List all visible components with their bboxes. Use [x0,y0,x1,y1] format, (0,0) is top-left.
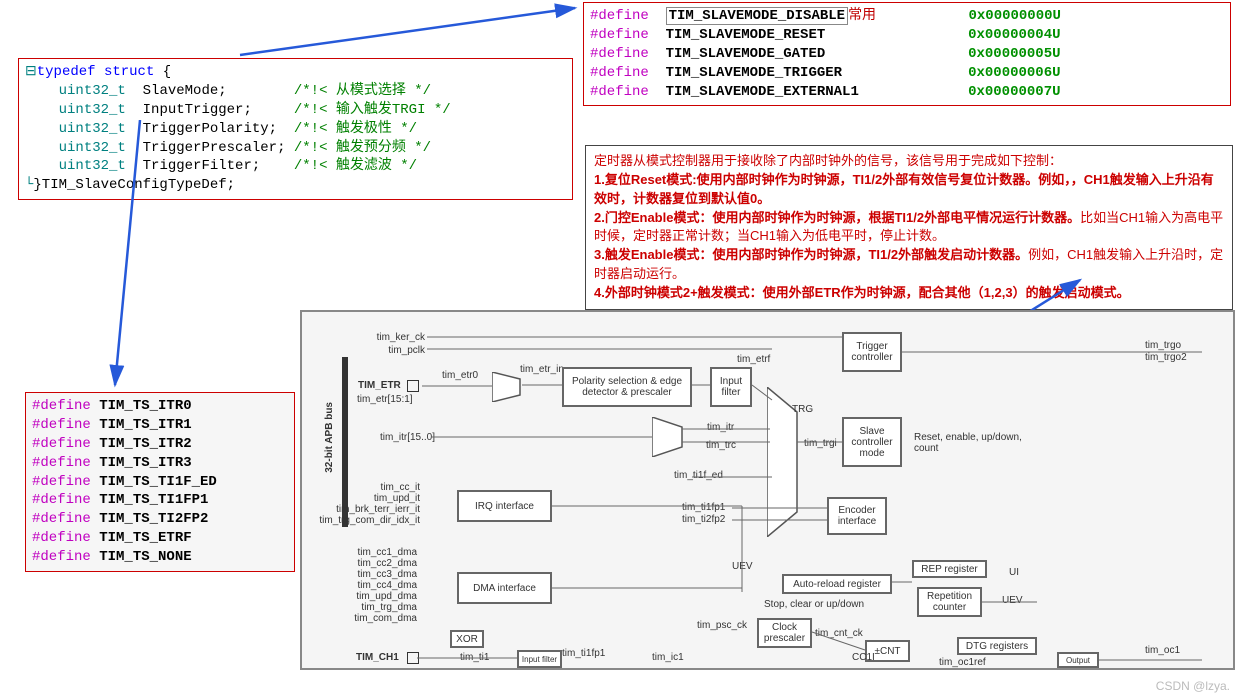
output-box: Output [1057,652,1099,668]
uev2-label: UEV [1002,595,1023,606]
tim-com-dma: tim_com_dma [344,613,417,624]
line: #define TIM_TS_TI1F_ED [32,473,288,492]
auto-reload-reg: Auto-reload register [782,574,892,594]
tim-ti1fp1-out: tim_ti1fp1 [562,648,605,659]
line: ⊟typedef struct { [25,63,566,82]
tim-ker-ck: tim_ker_ck [375,332,425,343]
tim-psc-ck: tim_psc_ck [697,620,747,631]
line: #define TIM_SLAVEMODE_GATED 0x00000005U [590,45,1224,64]
tim-pclk: tim_pclk [387,345,425,356]
ch1-pad [407,652,419,664]
desc-r4: 4.外部时钟模式2+触发模式：使用外部ETR作为时钟源，配合其他（1,2,3）的… [594,284,1224,303]
tim-trgo2: tim_trgo2 [1145,352,1187,363]
ti1f-ed: tim_ti1f_ed [674,470,723,481]
tim-cnt-ck: tim_cnt_ck [815,628,863,639]
mux-itr [652,417,692,457]
line: #define TIM_TS_TI1FP1 [32,491,288,510]
timer-block-diagram: 32-bit APB bus tim_ker_ck tim_pclk TIM_E… [300,310,1235,670]
tim-ic1: tim_ic1 [652,652,684,663]
rep-register: REP register [912,560,987,578]
tim-etrf: tim_etrf [737,354,770,365]
desc-r3: 3.触发Enable模式：使用内部时钟作为时钟源，TI1/2外部触发启动计数器。… [594,246,1224,284]
tim-trgi: tim_trgi [804,438,837,449]
trg-label: TRG [792,404,813,415]
line: uint32_t TriggerPrescaler; /*!< 触发预分频 */ [25,139,566,158]
line: #define TIM_SLAVEMODE_DISABLE常用 0x000000… [590,7,1224,26]
tim-cc1-dma: tim_cc1_dma [347,547,417,558]
xor-box: XOR [450,630,484,648]
line: uint32_t SlaveMode; /*!< 从模式选择 */ [25,82,566,101]
cc1i: CC1I [852,652,875,663]
slave-controller: Slave controller mode [842,417,902,467]
tim-cc3-dma: tim_cc3_dma [347,569,417,580]
tim-trg-dma: tim_trg_dma [348,602,417,613]
watermark: CSDN @lzya. [1156,679,1230,693]
arrow-slavemode-to-defines [230,0,590,60]
line: #define TIM_TS_ITR0 [32,397,288,416]
line: #define TIM_TS_TI2FP2 [32,510,288,529]
reset-enable-label: Reset, enable, up/down, count [914,432,1034,454]
apb-bus-label: 32-bit APB bus [324,402,335,473]
line: #define TIM_TS_ITR1 [32,416,288,435]
tim-upd-dma: tim_upd_dma [344,591,417,602]
struct-code-box: ⊟typedef struct { uint32_t SlaveMode; /*… [18,58,573,200]
tim-itr: tim_itr[15..0] [380,432,435,443]
tim-trg-com-dir: tim_trg_com_dir_idx_it [314,515,420,526]
tim-etr0: tim_etr0 [442,370,478,381]
ti2fp2: tim_ti2fp2 [682,514,725,525]
ti1fp1: tim_ti1fp1 [682,502,725,513]
uev-label: UEV [732,561,753,572]
trigger-controller: Trigger controller [842,332,902,372]
tim-cc4-dma: tim_cc4_dma [347,580,417,591]
line: uint32_t TriggerFilter; /*!< 触发滤波 */ [25,157,566,176]
desc-intro: 定时器从模式控制器用于接收除了内部时钟外的信号，该信号用于完成如下控制： [594,152,1224,171]
slavemode-description: 定时器从模式控制器用于接收除了内部时钟外的信号，该信号用于完成如下控制： 1.复… [585,145,1233,310]
tim-cc2-dma: tim_cc2_dma [347,558,417,569]
tim-oc1ref: tim_oc1ref [939,657,986,668]
line: #define TIM_TS_ITR3 [32,454,288,473]
tim-etr15: tim_etr[15:1] [357,394,413,405]
line: #define TIM_SLAVEMODE_RESET 0x00000004U [590,26,1224,45]
tim-cc-it: tim_cc_it [350,482,420,493]
tim-ch1: TIM_CH1 [356,652,399,663]
ts-defines-box: #define TIM_TS_ITR0 #define TIM_TS_ITR1 … [25,392,295,572]
tim-ti1: tim_ti1 [460,652,489,663]
line: #define TIM_SLAVEMODE_TRIGGER 0x00000006… [590,64,1224,83]
line: uint32_t InputTrigger; /*!< 输入触发TRGI */ [25,101,566,120]
desc-r2: 2.门控Enable模式：使用内部时钟作为时钟源，根据TI1/2外部电平情况运行… [594,209,1224,247]
line: #define TIM_TS_ETRF [32,529,288,548]
dma-interface: DMA interface [457,572,552,604]
irq-interface: IRQ interface [457,490,552,522]
desc-r1: 1.复位Reset模式:使用内部时钟作为时钟源，TI1/2外部有效信号复位计数器… [594,171,1224,209]
stop-clear: Stop, clear or up/down [764,599,864,610]
encoder-interface: Encoder interface [827,497,887,535]
tim-trc: tim_trc [706,440,736,451]
line: #define TIM_SLAVEMODE_EXTERNAL1 0x000000… [590,83,1224,102]
input-filter2: Input filter [517,650,562,668]
rep-counter: Repetition counter [917,587,982,617]
slavemode-defines-box: #define TIM_SLAVEMODE_DISABLE常用 0x000000… [583,2,1231,106]
etr-pad [407,380,419,392]
tim-upd-it: tim_upd_it [344,493,420,504]
polarity-box: Polarity selection & edge detector & pre… [562,367,692,407]
mux-etr [492,372,532,402]
line: #define TIM_TS_NONE [32,548,288,567]
line: └}TIM_SlaveConfigTypeDef; [25,176,566,195]
tim-etr-label: TIM_ETR [358,380,401,391]
tim-oc1: tim_oc1 [1145,645,1180,656]
tim-brk-terr: tim_brk_terr_ierr_it [322,504,420,515]
clock-prescaler: Clock prescaler [757,618,812,648]
tim-itr-sig: tim_itr [707,422,734,433]
line: #define TIM_TS_ITR2 [32,435,288,454]
dtg-registers: DTG registers [957,637,1037,655]
line: uint32_t TriggerPolarity; /*!< 触发极性 */ [25,120,566,139]
tim-trgo: tim_trgo [1145,340,1181,351]
input-filter-box: Input filter [710,367,752,407]
ui-label: UI [1009,567,1019,578]
